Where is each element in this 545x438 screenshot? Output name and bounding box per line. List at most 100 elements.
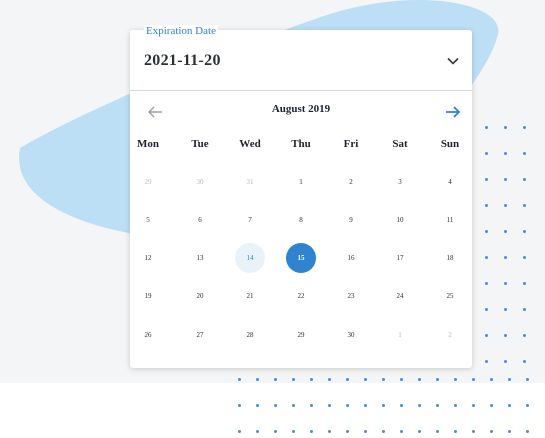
- dot: [504, 256, 507, 259]
- dot: [526, 378, 529, 381]
- dot: [485, 152, 488, 155]
- calendar-day[interactable]: 20: [185, 281, 215, 311]
- dot: [238, 404, 241, 407]
- calendar-day[interactable]: 22: [286, 281, 316, 311]
- calendar-grid: 29 30 31 1 2 3 4 5 6 7 8 9 10 11 12 13 14 15 16 17 18 19 20 21 2…: [130, 160, 472, 360]
- calendar-day[interactable]: 13: [185, 243, 215, 273]
- calendar-day[interactable]: 17: [385, 243, 415, 273]
- dot: [485, 334, 488, 337]
- weekday-mon: Mon: [137, 138, 159, 150]
- calendar-day[interactable]: 12: [133, 243, 163, 273]
- calendar-day[interactable]: 31: [235, 167, 265, 197]
- dot: [454, 430, 457, 433]
- calendar-day[interactable]: 5: [133, 205, 163, 235]
- chevron-down-icon[interactable]: [446, 54, 460, 68]
- dot: [485, 360, 488, 363]
- dot: [346, 404, 349, 407]
- dot: [454, 378, 457, 381]
- field-divider: [130, 90, 472, 91]
- weekday-fri: Fri: [343, 138, 359, 150]
- calendar-day[interactable]: 23: [336, 281, 366, 311]
- calendar-day[interactable]: 29: [133, 167, 163, 197]
- dot: [504, 230, 507, 233]
- dot: [400, 378, 403, 381]
- dot: [436, 430, 439, 433]
- calendar-day[interactable]: 8: [286, 205, 316, 235]
- dot: [485, 282, 488, 285]
- dot: [508, 378, 511, 381]
- weekday-sun: Sun: [440, 138, 460, 150]
- calendar-day[interactable]: 16: [336, 243, 366, 273]
- weekday-wed: Wed: [239, 138, 261, 150]
- dot: [508, 404, 511, 407]
- calendar-day[interactable]: 30: [336, 320, 366, 350]
- dot: [504, 204, 507, 207]
- calendar-day[interactable]: 6: [185, 205, 215, 235]
- dot: [436, 378, 439, 381]
- dot: [523, 230, 526, 233]
- calendar-day[interactable]: 1: [385, 320, 415, 350]
- dot: [504, 152, 507, 155]
- dot: [485, 256, 488, 259]
- dot: [328, 378, 331, 381]
- selected-day[interactable]: 15: [286, 243, 316, 273]
- calendar-day[interactable]: 14: [235, 243, 265, 273]
- dot: [256, 430, 259, 433]
- dot: [504, 126, 507, 129]
- dot: [310, 378, 313, 381]
- dot: [454, 404, 457, 407]
- dot: [485, 126, 488, 129]
- dot: [523, 360, 526, 363]
- dot: [436, 404, 439, 407]
- dot: [292, 378, 295, 381]
- calendar-day[interactable]: 24: [385, 281, 415, 311]
- calendar-day[interactable]: 19: [133, 281, 163, 311]
- month-title: August 2019: [271, 103, 331, 115]
- dot: [256, 404, 259, 407]
- calendar-day[interactable]: 28: [235, 320, 265, 350]
- dot: [292, 404, 295, 407]
- dot: [523, 178, 526, 181]
- dot: [382, 404, 385, 407]
- dot: [418, 430, 421, 433]
- calendar-day[interactable]: 2: [435, 320, 465, 350]
- dot: [328, 430, 331, 433]
- calendar-day[interactable]: 25: [435, 281, 465, 311]
- dot: [238, 430, 241, 433]
- calendar-day[interactable]: 27: [185, 320, 215, 350]
- dot: [382, 378, 385, 381]
- weekday-thu: Thu: [291, 138, 311, 150]
- calendar-day[interactable]: 1: [286, 167, 316, 197]
- calendar-day[interactable]: 7: [235, 205, 265, 235]
- dot: [504, 178, 507, 181]
- calendar-day[interactable]: 11: [435, 205, 465, 235]
- calendar-day[interactable]: 3: [385, 167, 415, 197]
- dot: [523, 308, 526, 311]
- dot: [292, 430, 295, 433]
- calendar-day[interactable]: 18: [435, 243, 465, 273]
- dot: [523, 126, 526, 129]
- dot: [346, 378, 349, 381]
- date-picker-card: 2021-11-20 August 2019 Mon Tue Wed Thu Fri Sa…: [130, 30, 472, 368]
- dot: [274, 378, 277, 381]
- calendar-day[interactable]: 4: [435, 167, 465, 197]
- dot: [382, 430, 385, 433]
- dot: [364, 430, 367, 433]
- calendar-day[interactable]: 30: [185, 167, 215, 197]
- date-value[interactable]: 2021-11-20: [144, 52, 221, 70]
- calendar-day[interactable]: 26: [133, 320, 163, 350]
- dot: [238, 378, 241, 381]
- calendar-day[interactable]: 29: [286, 320, 316, 350]
- calendar-day[interactable]: 2: [336, 167, 366, 197]
- dot: [490, 378, 493, 381]
- dot: [523, 282, 526, 285]
- dot: [485, 178, 488, 181]
- dot: [310, 404, 313, 407]
- arrow-right-icon[interactable]: [444, 104, 462, 120]
- calendar-day[interactable]: 10: [385, 205, 415, 235]
- calendar-day[interactable]: 9: [336, 205, 366, 235]
- calendar-day[interactable]: 21: [235, 281, 265, 311]
- dot: [526, 404, 529, 407]
- dot: [328, 404, 331, 407]
- dot: [508, 430, 511, 433]
